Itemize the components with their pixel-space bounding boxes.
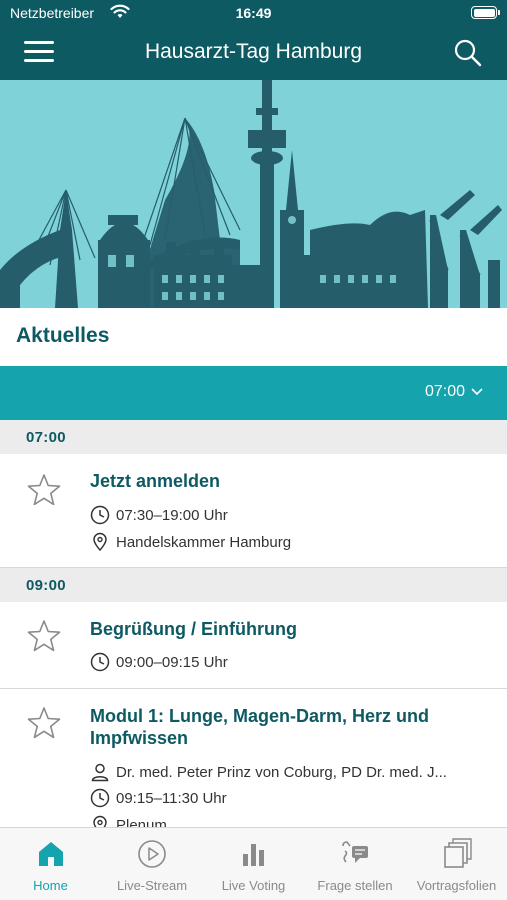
item-time-text: 07:30–19:00 Uhr (116, 507, 228, 524)
item-time-text: 09:15–11:30 Uhr (116, 790, 227, 807)
tab-label: Live Voting (221, 878, 286, 893)
time-filter-dropdown[interactable]: 07:00 (425, 383, 483, 401)
tab-vortragsfolien[interactable]: Vortragsfolien (406, 828, 507, 900)
clock-icon (90, 652, 110, 672)
item-location: Plenum (90, 815, 483, 827)
home-icon (38, 842, 63, 866)
time-filter-bar: 07:00 (0, 366, 507, 420)
location-pin-icon (93, 532, 107, 552)
item-time: 09:15–11:30 Uhr (90, 788, 483, 810)
schedule-item[interactable]: Modul 1: Lunge, Magen-Darm, Herz und Imp… (0, 689, 507, 827)
play-icon (138, 840, 166, 868)
bottom-tab-bar: Home Live-Stream Live Voting Frage stell… (0, 827, 507, 900)
tab-live-stream[interactable]: Live-Stream (101, 828, 203, 900)
tab-label: Vortragsfolien (416, 878, 497, 893)
chat-question-icon (342, 841, 368, 863)
status-bar: Netzbetreiber 16:49 (0, 0, 507, 26)
clock-icon (90, 788, 110, 808)
star-icon[interactable] (26, 618, 62, 654)
hamburg-skyline-image (0, 80, 502, 308)
item-location-text: Handelskammer Hamburg (116, 534, 292, 551)
time-filter-value: 07:00 (424, 383, 465, 400)
app-title: Hausarzt-Tag Hamburg (144, 40, 363, 63)
battery-icon (471, 6, 500, 19)
nav-bar: Hausarzt-Tag Hamburg (0, 26, 507, 80)
schedule-item[interactable]: Jetzt anmelden 07:30–19:00 Uhr Handelska… (0, 454, 507, 568)
star-icon[interactable] (26, 705, 62, 741)
person-icon (91, 763, 109, 782)
tab-label: Home (33, 878, 68, 893)
search-icon[interactable] (453, 38, 483, 68)
clock-icon (90, 505, 110, 525)
location-pin-icon (93, 815, 107, 827)
tab-label: Live-Stream (116, 878, 188, 893)
time-group-header: 07:00 (0, 420, 507, 454)
bar-chart-icon (242, 844, 264, 866)
tab-label: Frage stellen (317, 878, 393, 893)
hero-skyline-banner (0, 80, 507, 308)
status-time: 16:49 (235, 5, 272, 21)
schedule-item[interactable]: Begrüßung / Einführung 09:00–09:15 Uhr (0, 602, 507, 689)
time-group-header: 09:00 (0, 568, 507, 602)
section-title: Aktuelles (0, 308, 507, 366)
item-speakers: Dr. med. Peter Prinz von Coburg, PD Dr. … (90, 762, 483, 784)
item-title-line: Impfwissen (90, 728, 189, 748)
slides-icon (443, 838, 472, 868)
item-speakers-text: Dr. med. Peter Prinz von Coburg, PD Dr. … (116, 764, 447, 781)
item-title-line: Modul 1: Lunge, Magen-Darm, Herz und (90, 706, 430, 726)
item-time: 09:00–09:15 Uhr (90, 652, 483, 674)
chevron-down-icon (471, 388, 483, 395)
tab-frage-stellen[interactable]: Frage stellen (304, 828, 406, 900)
item-title: Modul 1: Lunge, Magen-Darm, Herz und Imp… (90, 705, 483, 749)
tab-live-voting[interactable]: Live Voting (203, 828, 304, 900)
item-location-text: Plenum (116, 817, 167, 827)
item-location: Handelskammer Hamburg (90, 532, 483, 554)
item-time: 07:30–19:00 Uhr (90, 505, 483, 527)
item-time-text: 09:00–09:15 Uhr (116, 654, 228, 671)
tab-home[interactable]: Home (0, 828, 101, 900)
item-title: Jetzt anmelden (90, 471, 221, 491)
item-title: Begrüßung / Einführung (90, 619, 297, 639)
star-icon[interactable] (26, 472, 62, 508)
